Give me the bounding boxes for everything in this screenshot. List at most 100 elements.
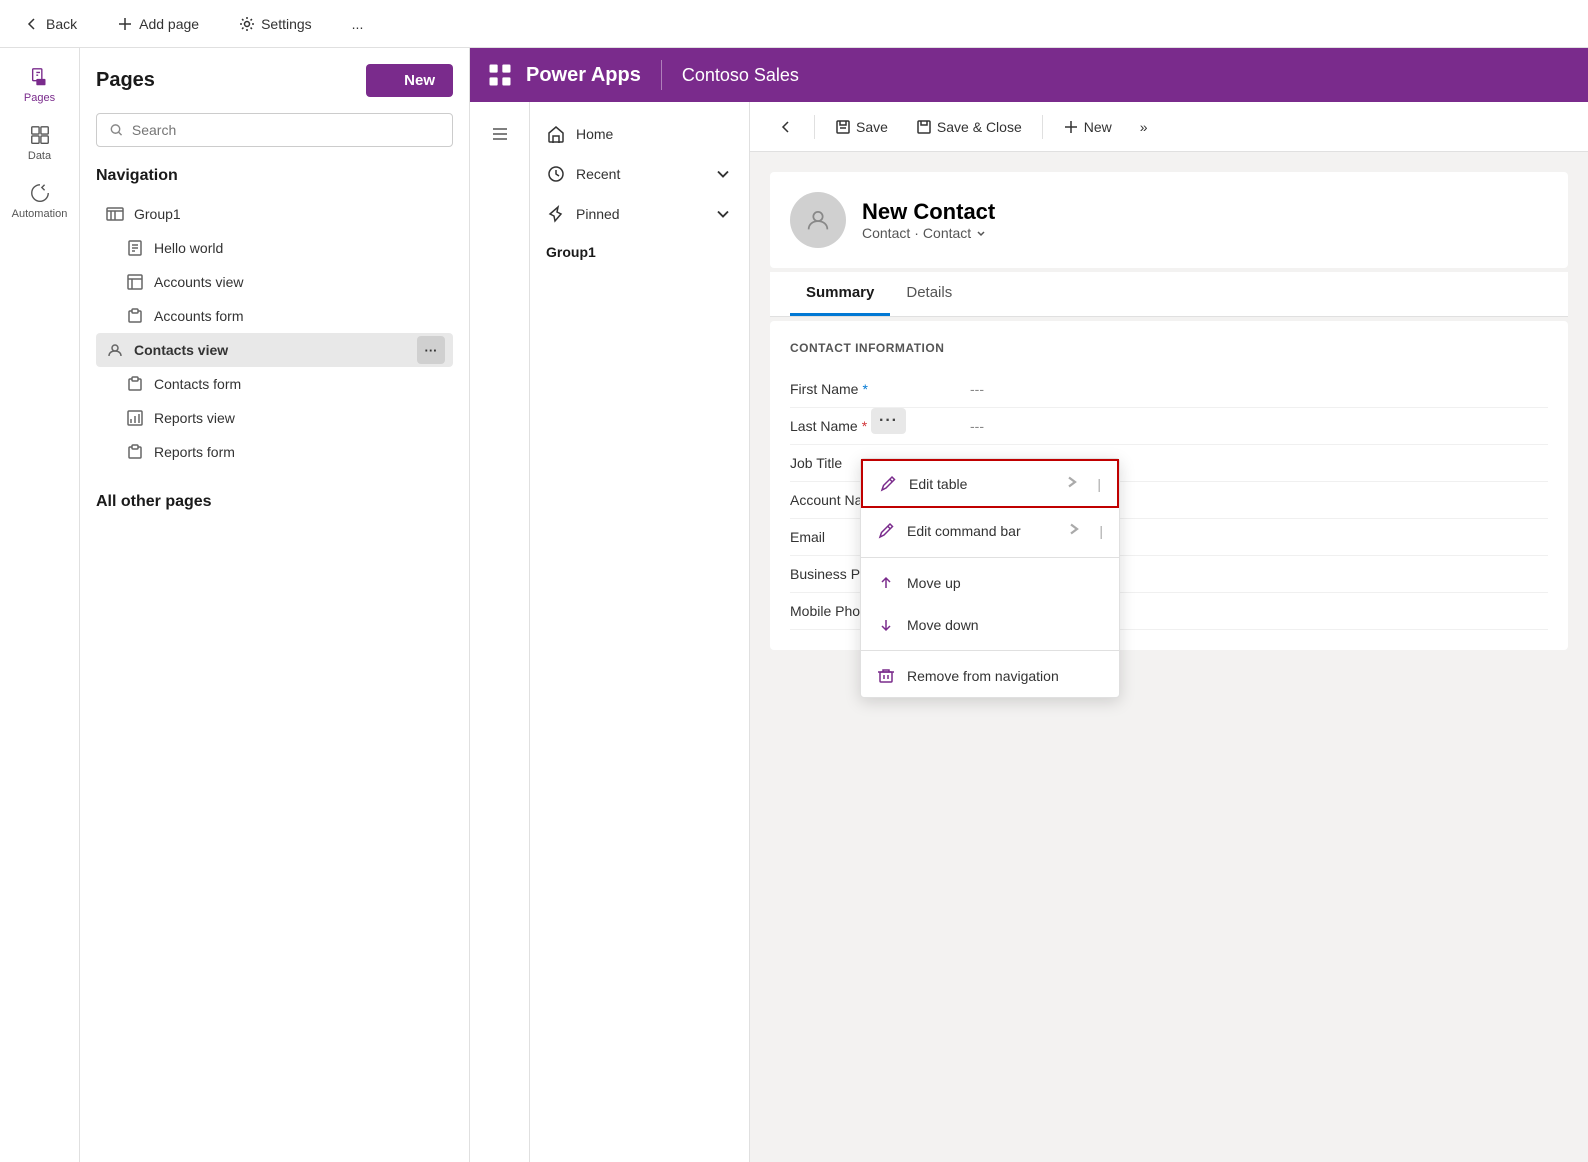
- power-apps-logo: Power Apps: [526, 64, 641, 87]
- settings-label: Settings: [261, 16, 312, 32]
- settings-button[interactable]: Settings: [231, 12, 320, 36]
- nav-item-reports-form[interactable]: Reports form: [96, 435, 453, 469]
- toolbar-divider-2: [1042, 115, 1043, 139]
- back-button[interactable]: Back: [16, 12, 85, 36]
- field-value-last-name: ---: [970, 418, 984, 434]
- sidebar-item-pages[interactable]: Pages: [0, 56, 79, 114]
- view-icon: [126, 273, 144, 291]
- app-nav-pinned[interactable]: Pinned: [530, 194, 749, 234]
- contacts-form-icon: [126, 375, 144, 393]
- context-menu-edit-command-bar[interactable]: Edit command bar |: [861, 508, 1119, 553]
- waffle-icon: [486, 61, 514, 89]
- toolbar-divider-1: [814, 115, 815, 139]
- context-menu-move-down[interactable]: Move down: [861, 604, 1119, 646]
- nav-item-accounts-view[interactable]: Accounts view: [96, 265, 453, 299]
- context-menu-edit-table[interactable]: Edit table |: [861, 459, 1119, 508]
- nav-contacts-view-label: Contacts view: [134, 342, 228, 358]
- move-down-label: Move down: [907, 617, 979, 633]
- save-close-label: Save & Close: [937, 119, 1022, 135]
- remove-icon: [877, 667, 895, 685]
- app-nav-home-label: Home: [576, 126, 613, 142]
- all-other-pages-title: All other pages: [96, 493, 453, 511]
- toolbar-new-icon: [1063, 119, 1079, 135]
- toolbar-new-button[interactable]: New: [1051, 113, 1124, 141]
- contact-avatar: [790, 192, 846, 248]
- nav-item-contacts-form[interactable]: Contacts form: [96, 367, 453, 401]
- edit-table-label: Edit table: [909, 476, 967, 492]
- more-options-button[interactable]: ...: [344, 12, 372, 36]
- nav-accounts-view-label: Accounts view: [154, 274, 243, 290]
- contacts-icon: [106, 341, 124, 359]
- toolbar-save-button[interactable]: Save: [823, 113, 900, 141]
- nav-item-accounts-form[interactable]: Accounts form: [96, 299, 453, 333]
- contact-info: New Contact Contact · Contact: [862, 199, 995, 241]
- contact-header: New Contact Contact · Contact: [770, 172, 1568, 268]
- add-page-button[interactable]: Add page: [109, 12, 207, 36]
- contacts-view-more-button[interactable]: ···: [417, 336, 445, 364]
- search-input[interactable]: [132, 122, 440, 138]
- context-menu-move-up[interactable]: Move up: [861, 562, 1119, 604]
- icon-sidebar: Pages Data Automation: [0, 48, 80, 1162]
- contact-type: Contact: [862, 225, 910, 241]
- app-nav-sidebar: Home Recent Pinned Group1: [530, 102, 750, 1162]
- sidebar-item-data[interactable]: Data: [0, 114, 79, 172]
- sidebar-item-automation[interactable]: Automation: [0, 172, 79, 230]
- edit-command-bar-label: Edit command bar: [907, 523, 1021, 539]
- edit-command-bar-icon: [877, 522, 895, 540]
- edit-command-bar-submenu-icon: [1065, 520, 1083, 541]
- nav-item-hello-world[interactable]: Hello world: [96, 231, 453, 265]
- context-menu-divider-2: [861, 650, 1119, 651]
- nav-group1-label: Group1: [134, 206, 181, 222]
- context-menu-divider-1: [861, 557, 1119, 558]
- back-label: Back: [46, 16, 77, 32]
- top-bar: Back Add page Settings ...: [0, 0, 1588, 48]
- edit-table-submenu-icon: [1063, 473, 1081, 494]
- nav-hello-world-label: Hello world: [154, 240, 223, 256]
- toolbar-new-label: New: [1084, 119, 1112, 135]
- subtitle-chevron-icon: [975, 227, 987, 239]
- nav-reports-view-label: Reports view: [154, 410, 235, 426]
- search-icon: [109, 122, 124, 138]
- contacts-view-dots[interactable]: ···: [871, 408, 906, 434]
- hamburger-icon: [490, 124, 510, 144]
- main-layout: Pages Data Automation Pages New Navigati…: [0, 48, 1588, 1162]
- new-page-button[interactable]: New: [366, 64, 453, 97]
- pages-panel: Pages New Navigation Group1 Hello world …: [80, 48, 470, 1162]
- sidebar-automation-label: Automation: [12, 208, 68, 220]
- tab-summary[interactable]: Summary: [790, 272, 890, 316]
- toolbar-more-label: »: [1140, 119, 1148, 135]
- nav-item-contacts-view[interactable]: Contacts view ···: [96, 333, 453, 367]
- contact-name: New Contact: [862, 199, 995, 225]
- field-value-first-name: ---: [970, 381, 984, 397]
- toolbar-save-close-button[interactable]: Save & Close: [904, 113, 1034, 141]
- field-label-first-name: First Name*: [790, 381, 970, 397]
- app-left-nav: [470, 102, 530, 1162]
- add-page-label: Add page: [139, 16, 199, 32]
- nav-item-group1[interactable]: Group1: [96, 197, 453, 231]
- group-icon: [106, 205, 124, 223]
- reports-view-icon: [126, 409, 144, 427]
- pinned-icon: [546, 204, 566, 224]
- pages-header: Pages New: [96, 64, 453, 97]
- toolbar-more-button[interactable]: »: [1128, 113, 1160, 141]
- app-nav-pinned-label: Pinned: [576, 206, 620, 222]
- move-down-icon: [877, 616, 895, 634]
- power-apps-header: Power Apps Contoso Sales: [470, 48, 1588, 102]
- save-icon: [835, 119, 851, 135]
- context-menu-remove[interactable]: Remove from navigation: [861, 655, 1119, 697]
- reports-form-icon: [126, 443, 144, 461]
- home-icon: [546, 124, 566, 144]
- toolbar-back-button[interactable]: [766, 113, 806, 141]
- pages-title: Pages: [96, 69, 155, 92]
- contact-category: Contact: [923, 225, 971, 241]
- toolbar-back-icon: [778, 119, 794, 135]
- app-nav-home[interactable]: Home: [530, 114, 749, 154]
- sidebar-pages-label: Pages: [24, 92, 55, 104]
- form-icon: [126, 307, 144, 325]
- app-nav-recent[interactable]: Recent: [530, 154, 749, 194]
- tab-details[interactable]: Details: [890, 272, 968, 316]
- section-title: CONTACT INFORMATION: [790, 341, 1548, 355]
- hamburger-button[interactable]: [480, 114, 520, 154]
- nav-item-reports-view[interactable]: Reports view: [96, 401, 453, 435]
- app-nav-group-label: Group1: [530, 234, 749, 270]
